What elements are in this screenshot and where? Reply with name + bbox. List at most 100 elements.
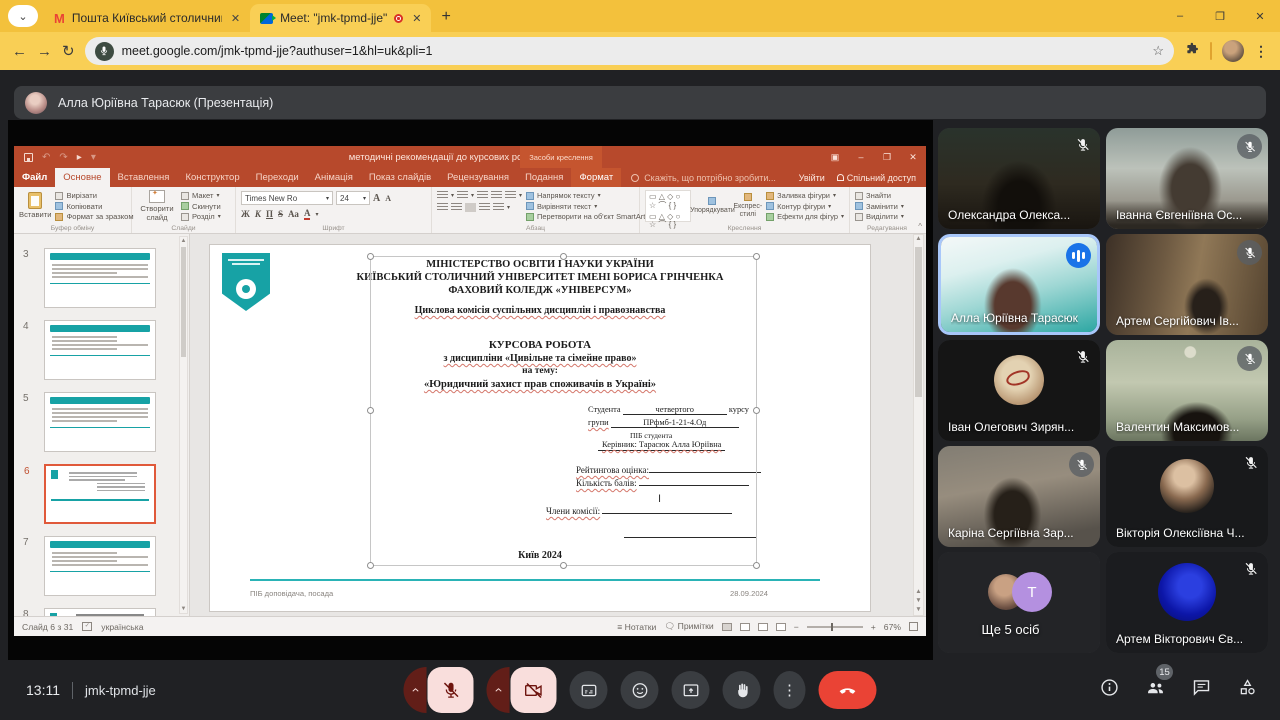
arrange-button[interactable]: Упорядкувати: [695, 190, 729, 222]
indent-increase-icon[interactable]: [491, 191, 502, 200]
font-color-button[interactable]: А: [304, 208, 311, 220]
tab-search-button[interactable]: ⌄: [8, 5, 38, 27]
more-options-button[interactable]: ⋮: [774, 671, 806, 709]
shape-outline-button[interactable]: Контур фігури▾: [766, 202, 844, 211]
indent-decrease-icon[interactable]: [477, 191, 488, 200]
scroll-down-icon[interactable]: ▼: [180, 606, 187, 612]
tab-insert[interactable]: Вставлення: [110, 168, 178, 187]
underline-button[interactable]: П: [266, 209, 273, 219]
people-panel-button[interactable]: 15: [1145, 677, 1166, 703]
selection-handle[interactable]: [367, 562, 374, 569]
replace-button[interactable]: Замінити▾: [855, 202, 904, 211]
tab-review[interactable]: Рецензування: [439, 168, 517, 187]
slideshow-view-icon[interactable]: [776, 623, 786, 631]
participant-tile[interactable]: Каріна Сергіївна Зар...: [938, 446, 1100, 547]
slide-thumbnail-3[interactable]: 3: [44, 248, 156, 308]
format-painter-button[interactable]: Формат за зразком: [55, 212, 133, 221]
select-button[interactable]: Виділити▾: [855, 212, 904, 221]
scroll-up-icon[interactable]: ▲: [180, 238, 187, 244]
selection-handle[interactable]: [753, 562, 760, 569]
reset-button[interactable]: Скинути: [181, 202, 221, 211]
browser-tab-gmail[interactable]: M Пошта Київський столичний у ✕: [44, 4, 250, 32]
slide-thumbnail-7[interactable]: 7: [44, 536, 156, 596]
selection-handle[interactable]: [560, 562, 567, 569]
reload-button[interactable]: ↻: [62, 42, 75, 60]
window-close-button[interactable]: ✕: [1240, 0, 1280, 32]
slide-page[interactable]: МІНІСТЕРСТВО ОСВІТИ І НАУКИ УКРАЇНИ КИЇВ…: [210, 245, 870, 611]
tab-close-icon[interactable]: ✕: [231, 12, 240, 25]
captions-button[interactable]: [570, 671, 608, 709]
extensions-icon[interactable]: [1184, 41, 1200, 62]
profile-avatar[interactable]: [1222, 40, 1244, 62]
participant-tile[interactable]: Іванна Євгеніївна Ос...: [1106, 128, 1268, 229]
copy-button[interactable]: Копіювати: [55, 202, 133, 211]
strikethrough-button[interactable]: S: [278, 209, 283, 219]
shapes-gallery[interactable]: ▭ △ ◇ ○ ☆ ⌒ { } ▭ △ ◇ ○ ☆ ⌒ { }: [645, 190, 691, 222]
fit-slide-icon[interactable]: [909, 622, 918, 631]
comments-button[interactable]: 🗨 Примітки: [664, 621, 713, 632]
sign-in-button[interactable]: Увійти: [799, 173, 825, 183]
slide-thumbnail-4[interactable]: 4: [44, 320, 156, 380]
forward-button[interactable]: →: [37, 43, 52, 60]
tab-file[interactable]: Файл: [14, 168, 55, 187]
selection-handle[interactable]: [560, 253, 567, 260]
chat-panel-button[interactable]: [1191, 677, 1212, 703]
tab-home[interactable]: Основне: [55, 168, 109, 187]
selection-handle[interactable]: [753, 253, 760, 260]
participant-tile[interactable]: Вікторія Олексіївна Ч...: [1106, 446, 1268, 547]
back-button[interactable]: ←: [12, 43, 27, 60]
text-direction-button[interactable]: Напрямок тексту▾: [526, 191, 651, 200]
zoom-out-icon[interactable]: −: [794, 622, 799, 632]
smartart-button[interactable]: Перетворити на об'єкт SmartArt▾: [526, 212, 651, 221]
mic-permission-icon[interactable]: [95, 42, 114, 61]
tab-transitions[interactable]: Переходи: [248, 168, 307, 187]
window-minimize-button[interactable]: –: [1160, 0, 1200, 32]
slide-thumbnail-5[interactable]: 5: [44, 392, 156, 452]
mic-options-chevron[interactable]: [404, 667, 427, 713]
leave-call-button[interactable]: [819, 671, 877, 709]
paste-button[interactable]: Вставити: [19, 190, 51, 222]
shrink-font-button[interactable]: А: [385, 194, 391, 203]
collapse-ribbon-icon[interactable]: ^: [918, 222, 922, 231]
slide-scrollbar[interactable]: ▲ ▲▼▼: [913, 234, 924, 616]
participant-tile[interactable]: Артем Сергійович Ів...: [1106, 234, 1268, 335]
zoom-in-icon[interactable]: +: [871, 622, 876, 632]
reactions-button[interactable]: [621, 671, 659, 709]
align-justify-icon[interactable]: [465, 203, 476, 212]
shape-effects-button[interactable]: Ефекти для фігур▾: [766, 212, 844, 221]
window-maximize-button[interactable]: ❐: [1200, 0, 1240, 32]
activities-button[interactable]: [1237, 677, 1258, 703]
ppt-minimize-button[interactable]: –: [848, 146, 874, 168]
grow-font-button[interactable]: А: [373, 193, 380, 204]
columns-icon[interactable]: [493, 203, 504, 212]
normal-view-icon[interactable]: [722, 623, 732, 631]
mic-mute-button[interactable]: [428, 667, 474, 713]
selection-box[interactable]: [370, 256, 757, 566]
zoom-level[interactable]: 67%: [884, 622, 901, 632]
new-tab-button[interactable]: +: [441, 8, 450, 26]
shape-fill-button[interactable]: Заливка фігури▾: [766, 191, 844, 200]
find-button[interactable]: Знайти: [855, 191, 904, 200]
section-button[interactable]: Розділ▾: [181, 212, 221, 221]
align-center-icon[interactable]: [451, 203, 462, 212]
raise-hand-button[interactable]: [723, 671, 761, 709]
cut-button[interactable]: Вирізати: [55, 191, 133, 200]
font-size-select[interactable]: 24▾: [336, 191, 370, 205]
new-slide-button[interactable]: Створити слайд: [137, 190, 177, 222]
scroll-up-icon[interactable]: ▲: [915, 235, 921, 242]
italic-button[interactable]: К: [255, 209, 261, 219]
sorter-view-icon[interactable]: [740, 623, 750, 631]
tab-format[interactable]: Формат: [571, 168, 621, 187]
present-screen-button[interactable]: [672, 671, 710, 709]
ppt-close-button[interactable]: ✕: [900, 146, 926, 168]
participant-tile[interactable]: Іван Олегович Зирян...: [938, 340, 1100, 441]
numbering-icon[interactable]: [457, 191, 468, 200]
participant-tile[interactable]: Артем Вікторович Єв...: [1106, 552, 1268, 653]
change-case-button[interactable]: Аа: [288, 209, 299, 219]
quick-styles-button[interactable]: Експрес-стилі: [733, 190, 762, 222]
selection-handle[interactable]: [367, 253, 374, 260]
thumbnail-scrollbar[interactable]: ▲ ▼: [179, 236, 188, 614]
slide-thumbnail-6-selected[interactable]: 6: [44, 464, 156, 524]
tab-slideshow[interactable]: Показ слайдів: [361, 168, 439, 187]
font-name-select[interactable]: Times New Ro▾: [241, 191, 333, 205]
